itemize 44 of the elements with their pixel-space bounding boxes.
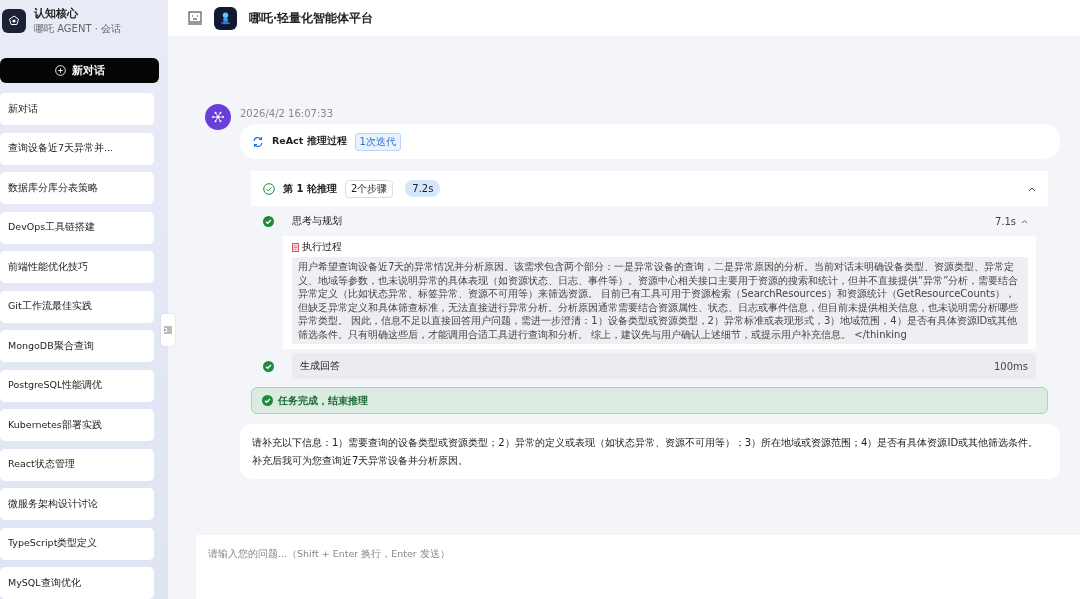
app-logo-icon bbox=[2, 9, 26, 33]
time-badge: 7.2s bbox=[405, 180, 441, 197]
sidebar-toggle-icon[interactable] bbox=[188, 11, 202, 25]
plus-circle-icon bbox=[54, 65, 66, 76]
success-icon bbox=[262, 395, 273, 406]
step-done-icon bbox=[263, 215, 274, 227]
chevron-icon[interactable] bbox=[1028, 185, 1036, 192]
step-done-icon bbox=[263, 360, 274, 372]
conversation-item[interactable]: Git工作流最佳实践 bbox=[0, 290, 154, 323]
conversation-item[interactable]: DevOps工具链搭建 bbox=[0, 211, 154, 244]
robot-logo-icon bbox=[214, 6, 237, 30]
step-header[interactable]: 思考与规划 7.1s bbox=[292, 208, 1036, 234]
round-title: 第 1 轮推理 bbox=[283, 181, 337, 196]
refresh-icon bbox=[252, 135, 264, 148]
thinking-text: 用户希望查询设备近7天的异常情况并分析原因。该需求包含两个部分：一是异常设备的查询，二是异常原因的分析。当前对话未明确设备类型、资源类型、异常定义、地域等参数，也未说明异常的具体表现（如资源状态、日志、事件等）。资源中心相关接口主要用于资源的搜索和统计，但并不直接提供“异常”分析，需要结合异常定义（比如状态异常、标签异常、资源不可用等）来筛选资源。 目前已有工具可用于资源检索（SearchResources）和资源统计（GetResourceCounts），但缺乏异常定义和具体筛查标准，无法直接进行异常分析。分析原因通常需要结合资源属性、状态、日志或事件信息，但目前未提供相关信息，也未说明需分析哪些异常类型。 因此，信息不足以直接回答用户问题，需进一步澄清：1）设备类型或资源类型，2）异常标准或表现形式，3）地域范围，4）是否有具体资源ID或其他筛选条件。只有明确这些后，才能调用合适工具进行查询和分析。 综上，建议先与用户确认上述细节，或提示用户补充信息。 </thinking bbox=[292, 257, 1028, 344]
collapse-handle[interactable] bbox=[161, 314, 175, 346]
round-header[interactable]: 第 1 轮推理 2个步骤 7.2s bbox=[251, 171, 1048, 206]
brand-subtitle: 哪吒 AGENT · 会话 bbox=[34, 22, 122, 36]
platform-title: 哪吒·轻量化智能体平台 bbox=[249, 10, 374, 26]
detail-title: 执行过程 bbox=[302, 240, 342, 254]
conversation-item[interactable]: 新对话 bbox=[0, 93, 154, 125]
agent-avatar-icon bbox=[205, 104, 231, 130]
conversation-item[interactable]: Kubernetes部署实践 bbox=[0, 409, 154, 441]
answer-text: 请补充以下信息：1）需要查询的设备类型或资源类型；2）异常的定义或表现（如状态异常、资源不可用等）；3）所在地域或资源范围；4）是否有具体资源ID或其他筛选条件。补充后我可为您查询近7天异常设备并分析原因。 bbox=[240, 424, 1060, 479]
conversation-item[interactable]: 数据库分库分表策略 bbox=[0, 172, 154, 204]
conversation-item[interactable]: 微服务架构设计讨论 bbox=[0, 488, 154, 520]
conversation-item[interactable]: React状态管理 bbox=[0, 448, 154, 481]
new-chat-button[interactable]: 新对话 bbox=[0, 58, 159, 83]
react-title: ReAct 推理过程 bbox=[272, 135, 347, 148]
status-text: 任务完成，结束推理 bbox=[278, 393, 368, 408]
conversation-item[interactable]: 查询设备近7天异常并... bbox=[0, 132, 154, 165]
conversation-item[interactable]: PostgreSQL性能调优 bbox=[0, 369, 154, 402]
steps-badge: 2个步骤 bbox=[344, 179, 394, 198]
conversation-item[interactable]: 前端性能优化技巧 bbox=[0, 251, 154, 283]
conversation-item[interactable]: MySQL查询优化 bbox=[0, 567, 154, 599]
brand-title: 认知核心 bbox=[34, 6, 79, 21]
question-input[interactable]: 请输入您的问题...（Shift + Enter 换行，Enter 发送） bbox=[206, 547, 1074, 560]
step-header[interactable]: 生成回答 100ms bbox=[292, 353, 1036, 379]
document-icon bbox=[292, 242, 299, 252]
message-timestamp: 2026/4/2 16:07:33 bbox=[240, 108, 334, 119]
conversation-item[interactable]: TypeScript类型定义 bbox=[0, 527, 154, 560]
check-circle-icon bbox=[263, 182, 275, 195]
conversation-item[interactable]: MongoDB聚合查询 bbox=[0, 330, 154, 362]
iteration-badge: 1次迭代 bbox=[354, 132, 401, 151]
